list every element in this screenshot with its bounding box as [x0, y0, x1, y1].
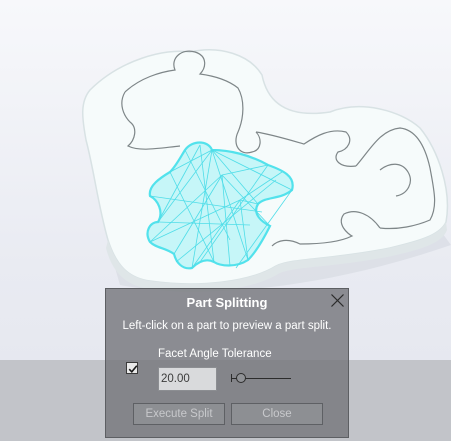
dialog-title: Part Splitting — [186, 295, 268, 310]
part-splitting-dialog: Part Splitting Left-click on a part to p… — [105, 288, 349, 438]
close-button[interactable]: Close — [231, 403, 323, 425]
execute-split-button[interactable]: Execute Split — [133, 403, 225, 425]
dialog-instruction: Left-click on a part to preview a part s… — [122, 320, 332, 332]
close-icon[interactable] — [330, 293, 345, 308]
facet-angle-checkbox[interactable] — [126, 362, 138, 374]
facet-angle-input[interactable] — [158, 367, 217, 391]
checkmark-icon — [128, 365, 138, 373]
slider-thumb[interactable] — [236, 373, 247, 383]
facet-angle-label: Facet Angle Tolerance — [158, 348, 272, 360]
